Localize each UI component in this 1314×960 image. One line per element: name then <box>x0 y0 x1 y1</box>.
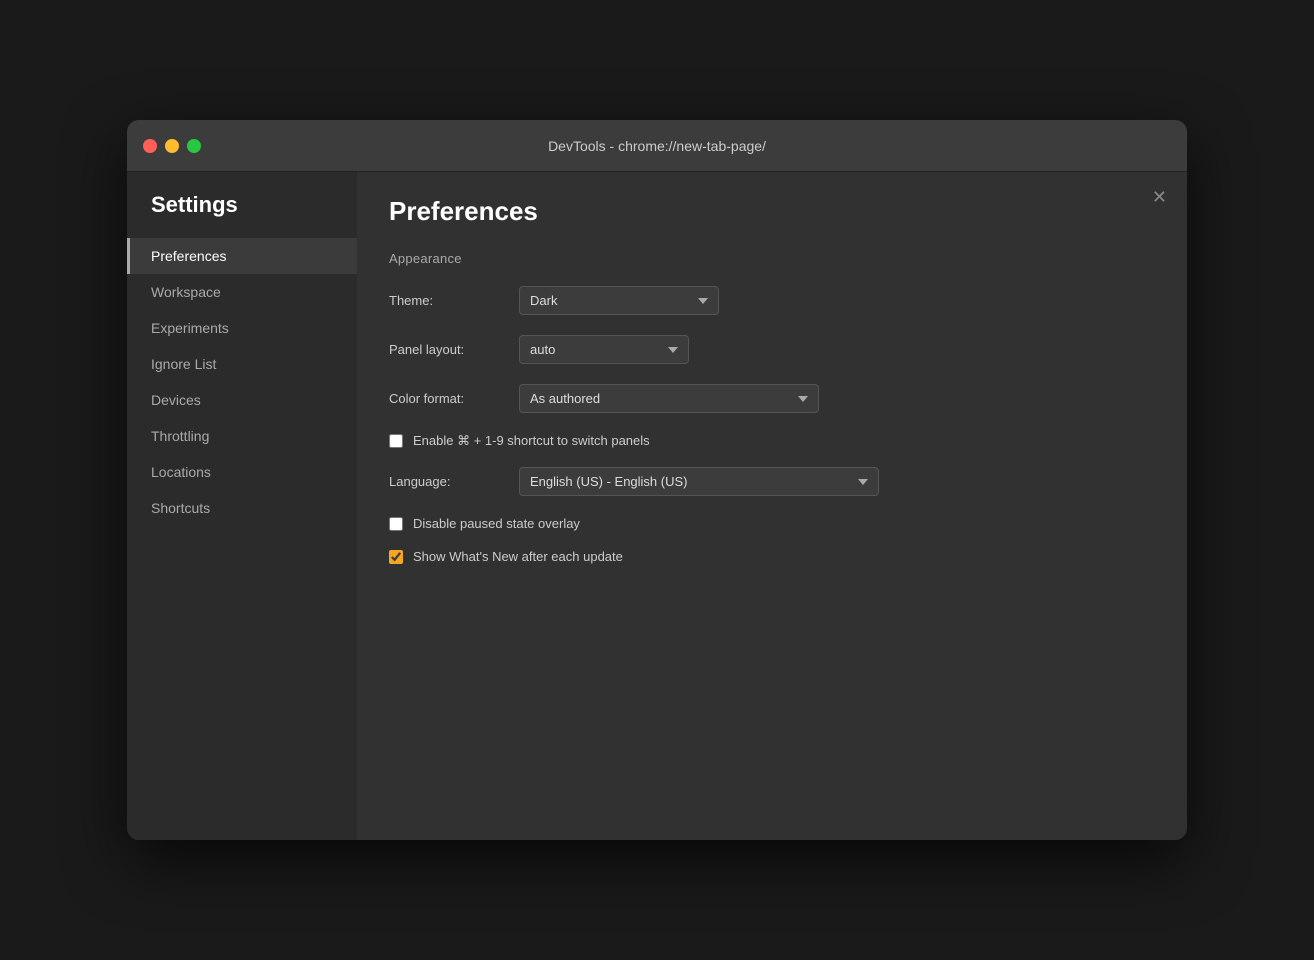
panel-layout-label: Panel layout: <box>389 342 519 357</box>
appearance-section-heading: Appearance <box>389 247 1155 266</box>
sidebar: Settings Preferences Workspace Experimen… <box>127 172 357 840</box>
devtools-window: DevTools - chrome://new-tab-page/ Settin… <box>127 120 1187 840</box>
sidebar-item-locations[interactable]: Locations <box>127 454 357 490</box>
whats-new-row: Show What's New after each update <box>389 549 1155 564</box>
color-format-select[interactable]: As authored hex rgb hsl <box>519 384 819 413</box>
shortcut-checkbox-label[interactable]: Enable ⌘ + 1-9 shortcut to switch panels <box>413 433 650 449</box>
sidebar-item-preferences[interactable]: Preferences <box>127 238 357 274</box>
content-scroll-area: Appearance Theme: Default Dark Light Pan… <box>357 247 1187 840</box>
whats-new-checkbox[interactable] <box>389 550 403 564</box>
settings-content: ✕ Preferences Appearance Theme: Default … <box>357 172 1187 840</box>
content-title: Preferences <box>389 196 1155 227</box>
shortcut-checkbox-row: Enable ⌘ + 1-9 shortcut to switch panels <box>389 433 1155 449</box>
disable-paused-row: Disable paused state overlay <box>389 516 1155 531</box>
theme-label: Theme: <box>389 293 519 308</box>
language-row: Language: English (US) - English (US) Sy… <box>389 467 1155 496</box>
maximize-button[interactable] <box>187 139 201 153</box>
disable-paused-checkbox[interactable] <box>389 517 403 531</box>
settings-close-button[interactable]: ✕ <box>1152 188 1167 206</box>
traffic-lights <box>143 139 201 153</box>
window-title: DevTools - chrome://new-tab-page/ <box>548 138 766 154</box>
sidebar-item-throttling[interactable]: Throttling <box>127 418 357 454</box>
sidebar-item-workspace[interactable]: Workspace <box>127 274 357 310</box>
language-label: Language: <box>389 474 519 489</box>
sidebar-item-shortcuts[interactable]: Shortcuts <box>127 490 357 526</box>
theme-row: Theme: Default Dark Light <box>389 286 1155 315</box>
disable-paused-label[interactable]: Disable paused state overlay <box>413 516 580 531</box>
language-select[interactable]: English (US) - English (US) System defau… <box>519 467 879 496</box>
color-format-row: Color format: As authored hex rgb hsl <box>389 384 1155 413</box>
main-content: Settings Preferences Workspace Experimen… <box>127 172 1187 840</box>
theme-select[interactable]: Default Dark Light <box>519 286 719 315</box>
panel-layout-row: Panel layout: auto horizontal vertical <box>389 335 1155 364</box>
close-button[interactable] <box>143 139 157 153</box>
content-header: Preferences <box>357 172 1187 247</box>
whats-new-label[interactable]: Show What's New after each update <box>413 549 623 564</box>
minimize-button[interactable] <box>165 139 179 153</box>
sidebar-item-experiments[interactable]: Experiments <box>127 310 357 346</box>
shortcut-checkbox[interactable] <box>389 434 403 448</box>
color-format-label: Color format: <box>389 391 519 406</box>
sidebar-item-ignore-list[interactable]: Ignore List <box>127 346 357 382</box>
titlebar: DevTools - chrome://new-tab-page/ <box>127 120 1187 172</box>
panel-layout-select[interactable]: auto horizontal vertical <box>519 335 689 364</box>
sidebar-heading: Settings <box>127 192 357 238</box>
sidebar-item-devices[interactable]: Devices <box>127 382 357 418</box>
